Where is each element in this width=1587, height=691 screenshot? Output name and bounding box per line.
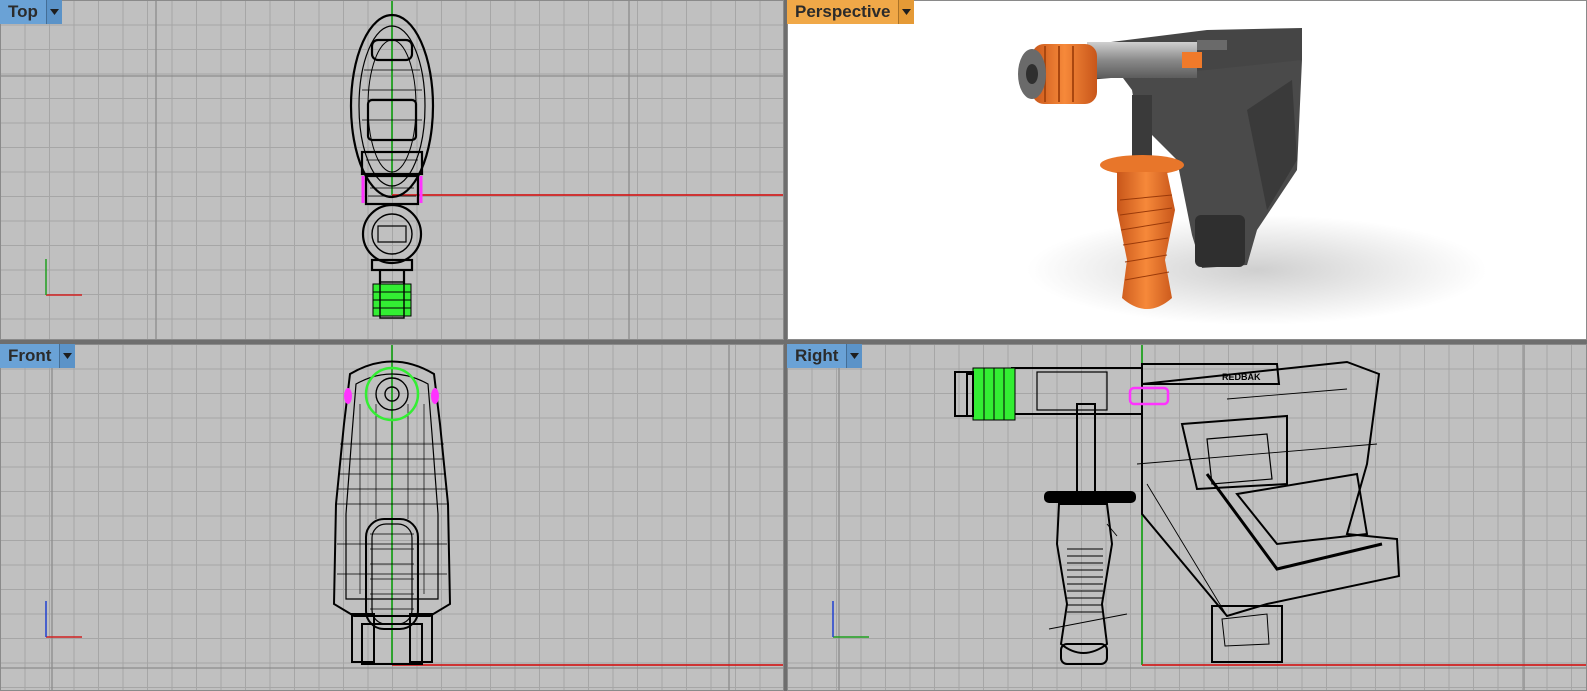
selection-green-chuck: [954, 367, 1016, 421]
right-view-drawing: REDBAK: [787, 344, 1587, 691]
brand-label: REDBAK: [1222, 372, 1261, 382]
viewport-top[interactable]: Top: [0, 0, 784, 340]
hammer-drill-wireframe: [966, 360, 1401, 665]
viewport-right[interactable]: Right REDBAK: [787, 344, 1587, 691]
viewport-title: Front: [8, 346, 52, 365]
dropdown-arrow-icon[interactable]: [846, 344, 863, 368]
front-view-drawing: [0, 344, 784, 691]
viewport-title: Right: [795, 346, 839, 365]
viewport-perspective[interactable]: Perspective: [787, 0, 1587, 340]
viewport-tab-right[interactable]: Right: [787, 344, 863, 368]
axis-gizmo: [45, 259, 82, 296]
selection-magenta: [1128, 386, 1170, 406]
selection-green-chuck: [372, 281, 412, 319]
viewport-tab-top[interactable]: Top: [0, 0, 62, 24]
perspective-render: [1018, 28, 1487, 325]
viewport-title: Perspective: [795, 2, 891, 21]
dropdown-arrow-icon[interactable]: [59, 344, 76, 368]
viewport-front[interactable]: Front: [0, 344, 784, 691]
dropdown-arrow-icon[interactable]: [898, 0, 915, 24]
viewport-tab-front[interactable]: Front: [0, 344, 76, 368]
viewport-title: Top: [8, 2, 38, 21]
dropdown-arrow-icon[interactable]: [45, 0, 62, 24]
top-view-drawing: [0, 0, 784, 340]
viewport-tab-perspective[interactable]: Perspective: [787, 0, 915, 24]
